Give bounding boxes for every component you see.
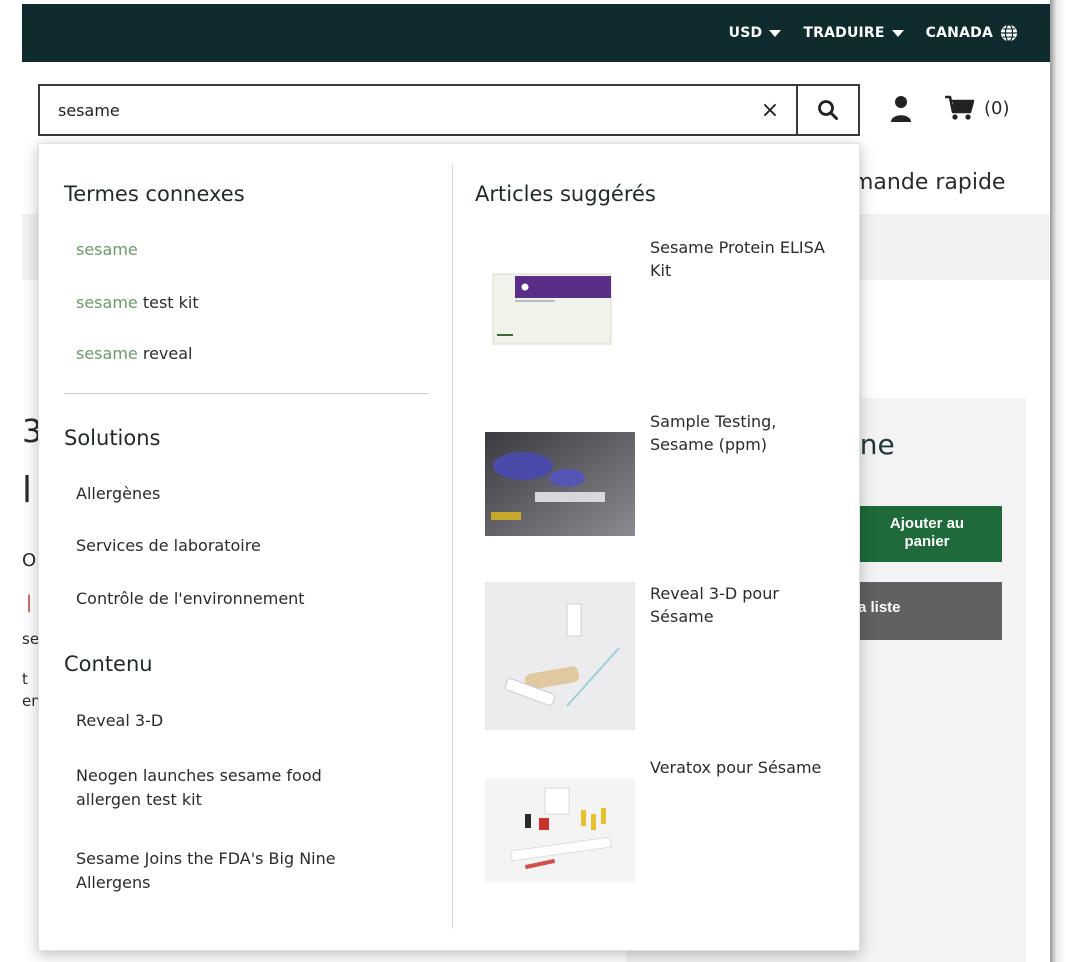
search-suggestions-dropdown: Termes connexes sesame sesame test kit s… [38, 143, 860, 951]
content-title: Contenu [64, 652, 153, 676]
product-name: Reveal 3-D pour Sésame [650, 584, 779, 626]
term-highlight: sesame [76, 344, 138, 363]
page-text-fragment: | [26, 592, 33, 613]
solution-item-environment-control[interactable]: Contrôle de l'environnement [76, 587, 305, 611]
page-edge-shadow [1050, 0, 1066, 962]
page-text-fragment: l [22, 470, 33, 511]
product-name: Sample Testing, Sesame (ppm) [650, 412, 777, 454]
page-text-fragment: O [22, 550, 37, 571]
add-to-cart-button[interactable]: Ajouter au panier [852, 506, 1002, 562]
user-icon[interactable] [890, 95, 912, 123]
related-term-item[interactable]: sesame reveal [76, 342, 192, 366]
term-highlight: sesame [76, 240, 138, 259]
reveal-test-strip-image [485, 582, 635, 730]
region-selector[interactable]: CANADA [926, 24, 1018, 42]
product-name: Sesame Protein ELISA Kit [650, 238, 825, 280]
related-terms-title: Termes connexes [64, 182, 245, 206]
content-item[interactable]: Neogen launches sesame food allergen tes… [76, 764, 386, 812]
suggested-product[interactable]: Sesame Protein ELISA Kit [485, 236, 825, 356]
cart-count: (0) [984, 97, 1010, 119]
veratox-kit-image [485, 778, 635, 882]
page-text-fragment: t [22, 670, 28, 688]
suggested-product[interactable]: Veratox pour Sésame [485, 756, 825, 886]
search-bar: × [38, 84, 860, 136]
globe-icon [1000, 24, 1018, 42]
column-divider [452, 164, 453, 929]
add-to-list-button[interactable]: a liste [852, 582, 1002, 640]
term-highlight: sesame [76, 293, 138, 312]
content-item[interactable]: Reveal 3-D [76, 709, 396, 733]
top-utility-bar: USD TRADUIRE CANADA [22, 4, 1050, 62]
translate-label: TRADUIRE [803, 25, 885, 41]
search-input[interactable] [40, 86, 744, 134]
region-label: CANADA [925, 25, 993, 41]
section-divider [64, 393, 428, 394]
product-name: Veratox pour Sésame [650, 758, 822, 777]
content-item[interactable]: Sesame Joins the FDA's Big Nine Allergen… [76, 847, 406, 895]
quick-order-link[interactable]: mande rapide [852, 170, 1005, 195]
search-button[interactable] [796, 86, 858, 134]
solutions-title: Solutions [64, 426, 161, 450]
page-text-fragment: se [22, 630, 40, 648]
currency-label: USD [728, 25, 763, 41]
lab-testing-photo [485, 432, 635, 536]
elisa-kit-box-image [492, 273, 612, 345]
search-icon [818, 100, 838, 120]
solution-item-allergens[interactable]: Allergènes [76, 482, 160, 506]
currency-selector[interactable]: USD [729, 25, 782, 41]
cart-icon [945, 95, 974, 120]
add-to-cart-label-2: panier [904, 533, 950, 550]
related-term-item[interactable]: sesame test kit [76, 291, 199, 315]
clear-search-button[interactable]: × [744, 86, 796, 134]
term-rest: reveal [137, 344, 193, 363]
suggested-product[interactable]: Sample Testing, Sesame (ppm) [485, 410, 825, 540]
add-to-cart-label-1: Ajouter au [889, 515, 965, 532]
solution-item-lab-services[interactable]: Services de laboratoire [76, 534, 261, 558]
suggested-articles-title: Articles suggérés [475, 182, 656, 206]
suggested-product[interactable]: Reveal 3-D pour Sésame [485, 582, 825, 732]
cart-button[interactable]: (0) [944, 95, 1010, 121]
caret-down-icon [769, 29, 782, 37]
term-rest: test kit [137, 293, 199, 312]
translate-selector[interactable]: TRADUIRE [803, 25, 904, 41]
caret-down-icon [891, 29, 904, 37]
related-term-item[interactable]: sesame [76, 238, 138, 262]
